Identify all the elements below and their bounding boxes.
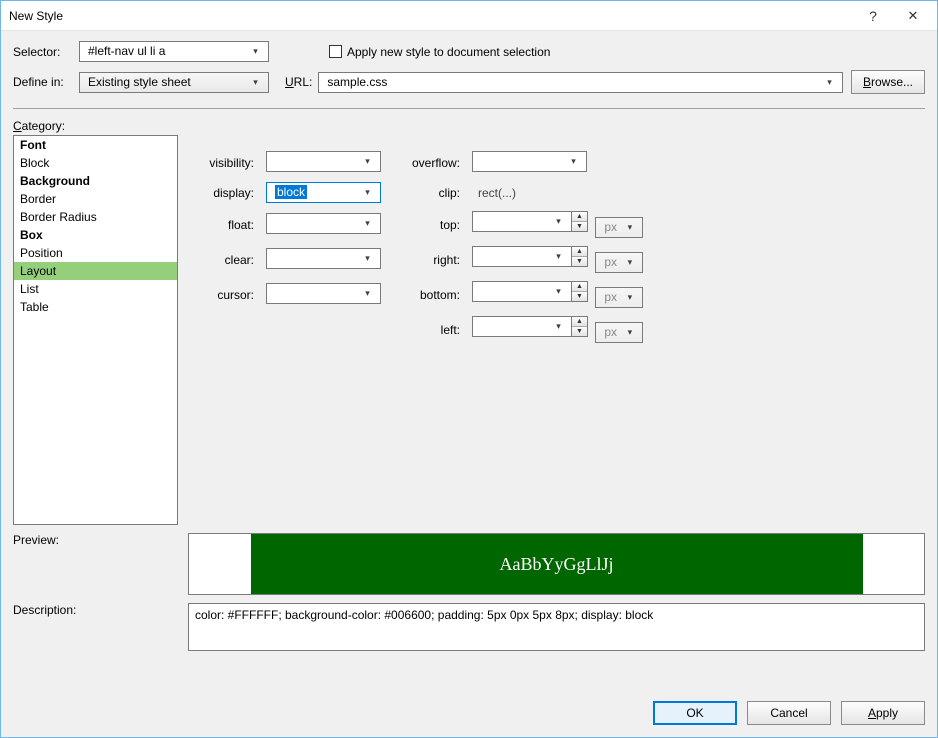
url-label: URL: bbox=[285, 75, 312, 89]
clear-label: clear: bbox=[188, 253, 258, 267]
category-item-background[interactable]: Background bbox=[14, 172, 177, 190]
url-combo[interactable]: sample.css ▾ bbox=[318, 72, 843, 93]
chevron-down-icon: ▾ bbox=[359, 249, 376, 268]
separator bbox=[13, 108, 925, 109]
category-item-list[interactable]: List bbox=[14, 280, 177, 298]
bottom-spinner[interactable]: ▲▼ bbox=[572, 281, 588, 302]
category-item-block[interactable]: Block bbox=[14, 154, 177, 172]
clip-value: rect(...) bbox=[472, 186, 925, 200]
top-spinner[interactable]: ▲▼ bbox=[572, 211, 588, 232]
left-spinner[interactable]: ▲▼ bbox=[572, 316, 588, 337]
spin-up-icon: ▲ bbox=[572, 247, 587, 256]
chevron-down-icon: ▾ bbox=[621, 288, 638, 307]
left-unit-combo[interactable]: px▾ bbox=[595, 322, 643, 343]
display-label: display: bbox=[188, 186, 258, 200]
visibility-combo[interactable]: ▾ bbox=[266, 151, 381, 172]
spin-up-icon: ▲ bbox=[572, 212, 587, 221]
spin-down-icon: ▼ bbox=[572, 221, 587, 231]
chevron-down-icon: ▾ bbox=[359, 214, 376, 233]
new-style-dialog: New Style ? ✕ Selector: #left-nav ul li … bbox=[0, 0, 938, 738]
define-in-combo[interactable]: Existing style sheet ▾ bbox=[79, 72, 269, 93]
chevron-down-icon: ▾ bbox=[621, 323, 638, 342]
spin-up-icon: ▲ bbox=[572, 282, 587, 291]
category-item-border[interactable]: Border bbox=[14, 190, 177, 208]
preview-box: AaBbYyGgLlJj bbox=[188, 533, 925, 595]
top-combo[interactable]: ▾ bbox=[472, 211, 572, 232]
right-spinner[interactable]: ▲▼ bbox=[572, 246, 588, 267]
close-button[interactable]: ✕ bbox=[893, 2, 933, 30]
spin-down-icon: ▼ bbox=[572, 326, 587, 336]
spin-up-icon: ▲ bbox=[572, 317, 587, 326]
right-label: right: bbox=[394, 253, 464, 267]
top-label: top: bbox=[394, 218, 464, 232]
float-combo[interactable]: ▾ bbox=[266, 213, 381, 234]
right-combo[interactable]: ▾ bbox=[472, 246, 572, 267]
right-unit-combo[interactable]: px▾ bbox=[595, 252, 643, 273]
overflow-combo[interactable]: ▾ bbox=[472, 151, 587, 172]
spin-down-icon: ▼ bbox=[572, 291, 587, 301]
float-label: float: bbox=[188, 218, 258, 232]
clip-label: clip: bbox=[394, 186, 464, 200]
cursor-combo[interactable]: ▾ bbox=[266, 283, 381, 304]
left-combo[interactable]: ▾ bbox=[472, 316, 572, 337]
chevron-down-icon: ▾ bbox=[550, 317, 567, 336]
layout-properties: visibility: ▾ overflow: ▾ display: block… bbox=[188, 135, 925, 525]
chevron-down-icon: ▾ bbox=[359, 284, 376, 303]
bottom-label: bottom: bbox=[394, 288, 464, 302]
chevron-down-icon: ▾ bbox=[359, 183, 376, 202]
define-in-label: Define in: bbox=[13, 75, 75, 89]
preview-label: Preview: bbox=[13, 533, 178, 595]
chevron-down-icon: ▾ bbox=[550, 247, 567, 266]
chevron-down-icon: ▾ bbox=[550, 282, 567, 301]
ok-button[interactable]: OK bbox=[653, 701, 737, 725]
window-title: New Style bbox=[9, 9, 853, 23]
category-item-font[interactable]: Font bbox=[14, 136, 177, 154]
dialog-footer: OK Cancel Apply bbox=[1, 689, 937, 737]
top-unit-combo[interactable]: px▾ bbox=[595, 217, 643, 238]
chevron-down-icon: ▾ bbox=[247, 42, 264, 61]
chevron-down-icon: ▾ bbox=[821, 73, 838, 92]
checkbox-box bbox=[329, 45, 342, 58]
chevron-down-icon: ▾ bbox=[550, 212, 567, 231]
clear-combo[interactable]: ▾ bbox=[266, 248, 381, 269]
category-item-layout[interactable]: Layout bbox=[14, 262, 177, 280]
visibility-label: visibility: bbox=[188, 156, 258, 170]
spin-down-icon: ▼ bbox=[572, 256, 587, 266]
chevron-down-icon: ▾ bbox=[565, 152, 582, 171]
selector-label: Selector: bbox=[13, 45, 75, 59]
category-item-position[interactable]: Position bbox=[14, 244, 177, 262]
description-box: color: #FFFFFF; background-color: #00660… bbox=[188, 603, 925, 651]
chevron-down-icon: ▾ bbox=[621, 218, 638, 237]
help-button[interactable]: ? bbox=[853, 2, 893, 30]
bottom-unit-combo[interactable]: px▾ bbox=[595, 287, 643, 308]
preview-sample-text: AaBbYyGgLlJj bbox=[251, 534, 863, 594]
description-label: Description: bbox=[13, 603, 178, 651]
cancel-button[interactable]: Cancel bbox=[747, 701, 831, 725]
chevron-down-icon: ▾ bbox=[247, 73, 264, 92]
category-item-box[interactable]: Box bbox=[14, 226, 177, 244]
selector-combo[interactable]: #left-nav ul li a ▾ bbox=[79, 41, 269, 62]
category-label: Category: bbox=[13, 119, 925, 133]
titlebar: New Style ? ✕ bbox=[1, 1, 937, 31]
browse-button[interactable]: Browse... bbox=[851, 70, 925, 94]
left-label: left: bbox=[394, 323, 464, 337]
chevron-down-icon: ▾ bbox=[621, 253, 638, 272]
display-combo[interactable]: block▾ bbox=[266, 182, 381, 203]
cursor-label: cursor: bbox=[188, 288, 258, 302]
category-item-border-radius[interactable]: Border Radius bbox=[14, 208, 177, 226]
category-list[interactable]: FontBlockBackgroundBorderBorder RadiusBo… bbox=[13, 135, 178, 525]
chevron-down-icon: ▾ bbox=[359, 152, 376, 171]
category-item-table[interactable]: Table bbox=[14, 298, 177, 316]
bottom-combo[interactable]: ▾ bbox=[472, 281, 572, 302]
apply-button[interactable]: Apply bbox=[841, 701, 925, 725]
apply-new-style-checkbox[interactable]: Apply new style to document selection bbox=[329, 45, 550, 59]
overflow-label: overflow: bbox=[394, 156, 464, 170]
